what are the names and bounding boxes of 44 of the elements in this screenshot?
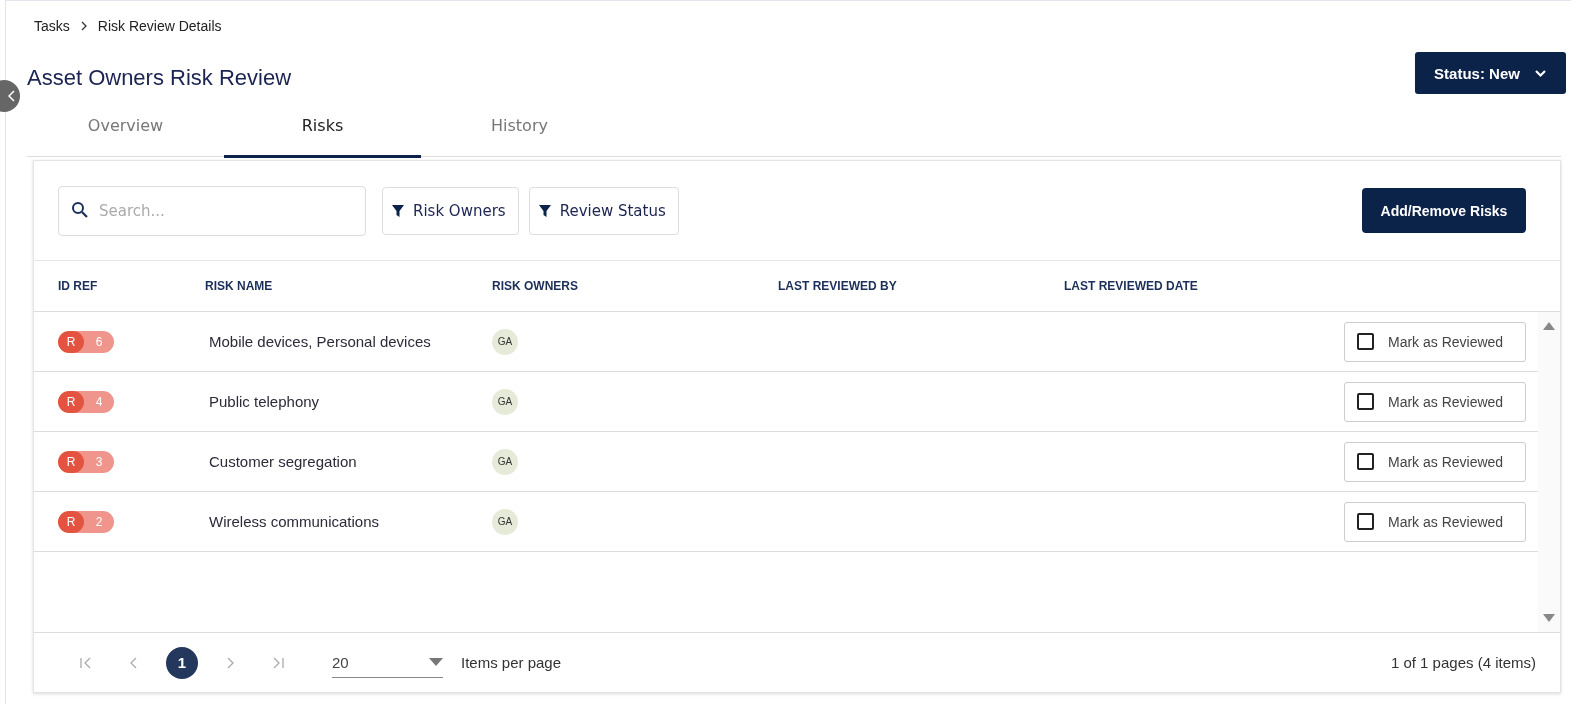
- owner-avatar: GA: [492, 328, 518, 355]
- scroll-down-icon[interactable]: [1543, 614, 1555, 622]
- add-remove-button[interactable]: Add/Remove Risks: [1362, 188, 1526, 233]
- mark-reviewed-checkbox[interactable]: Mark as Reviewed: [1344, 321, 1526, 362]
- filter-button[interactable]: Risk Owners: [382, 186, 519, 235]
- page-button[interactable]: 1: [166, 646, 198, 679]
- owner-avatar: GA: [492, 388, 518, 415]
- id-badge: R 4: [58, 390, 114, 413]
- id-badge: R 6: [58, 330, 114, 353]
- mark-reviewed-checkbox[interactable]: Mark as Reviewed: [1344, 441, 1526, 482]
- page-title: Asset Owners Risk Review: [27, 65, 292, 91]
- tab[interactable]: Overview: [27, 102, 224, 158]
- owner-avatar: GA: [492, 508, 518, 535]
- risk-name: Customer segregation: [208, 453, 358, 470]
- chevron-left-icon: [8, 90, 16, 102]
- column-header: RISK OWNERS: [492, 279, 579, 293]
- status-dropdown[interactable]: Status: New: [1415, 52, 1566, 94]
- search-field[interactable]: Search...: [58, 185, 366, 236]
- chevron-right-icon: [79, 20, 88, 32]
- filter-icon: [391, 203, 405, 218]
- column-header: ID REF: [58, 279, 99, 293]
- items-per-page-label: Items per page: [461, 654, 562, 671]
- search-icon: [71, 200, 89, 219]
- risk-name: Public telephony: [208, 393, 321, 410]
- column-header: LAST REVIEWED BY: [778, 279, 898, 293]
- mark-reviewed-checkbox[interactable]: Mark as Reviewed: [1344, 501, 1526, 542]
- owner-avatar: GA: [492, 448, 518, 475]
- breadcrumb-link[interactable]: Tasks: [34, 18, 70, 34]
- chevron-down-icon: [1533, 68, 1547, 78]
- column-header: RISK NAME: [205, 279, 274, 293]
- risk-name: Wireless communications: [208, 513, 381, 530]
- id-badge: R 2: [58, 510, 114, 533]
- filter-button[interactable]: Review Status: [528, 186, 679, 235]
- pager-summary: 1 of 1 pages (4 items): [1390, 654, 1536, 671]
- tab[interactable]: History: [421, 102, 618, 158]
- breadcrumb-link[interactable]: Risk Review Details: [97, 18, 222, 34]
- filter-icon: [537, 203, 552, 218]
- scroll-up-icon[interactable]: [1543, 322, 1555, 330]
- page-size-dropdown[interactable]: 20: [332, 647, 443, 678]
- risk-name: Mobile devices, Personal devices: [208, 333, 432, 350]
- id-badge: R 3: [58, 450, 114, 473]
- column-header: LAST REVIEWED DATE: [1064, 279, 1199, 293]
- mark-reviewed-checkbox[interactable]: Mark as Reviewed: [1344, 381, 1526, 422]
- dropdown-arrow-icon: [429, 658, 443, 666]
